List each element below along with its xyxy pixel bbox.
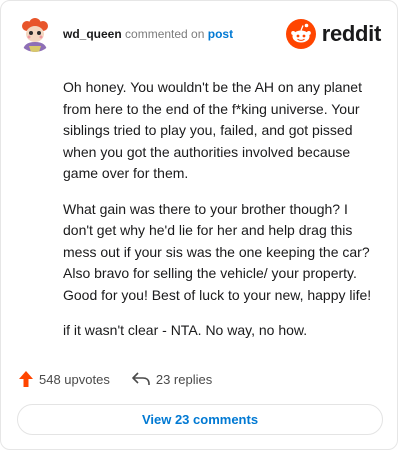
reply-icon	[132, 372, 150, 385]
avatar[interactable]	[17, 16, 53, 52]
reddit-wordmark: reddit	[321, 21, 382, 46]
comment-actions: 548 upvotes 23 replies	[19, 371, 212, 387]
reddit-brand[interactable]: reddit	[285, 19, 382, 49]
reply-count: 23 replies	[155, 371, 213, 387]
upvote-count: 548 upvotes	[39, 371, 110, 387]
reddit-logo-icon	[285, 19, 316, 49]
upvote-icon	[19, 371, 33, 387]
comment-paragraph: if it wasn't clear - NTA. No way, no how…	[63, 322, 308, 338]
upvote-button[interactable]: 548 upvotes	[19, 371, 110, 387]
commented-on-text: commented on	[125, 27, 205, 41]
comment-body: Oh honey. You wouldn't be the AH on any …	[63, 77, 381, 356]
comment-card: wd_queen commented on post reddit Oh hon…	[0, 0, 398, 450]
comment-paragraph: What gain was there to your brother thou…	[63, 200, 372, 303]
view-comments-button[interactable]: View 23 comments	[17, 404, 383, 435]
comment-header: wd_queen commented on post	[63, 27, 233, 41]
comment-paragraph: Oh honey. You wouldn't be the AH on any …	[63, 79, 362, 181]
post-link[interactable]: post	[208, 27, 233, 41]
username[interactable]: wd_queen	[63, 27, 122, 41]
replies-button[interactable]: 23 replies	[132, 372, 212, 387]
avatar-image	[17, 16, 53, 52]
